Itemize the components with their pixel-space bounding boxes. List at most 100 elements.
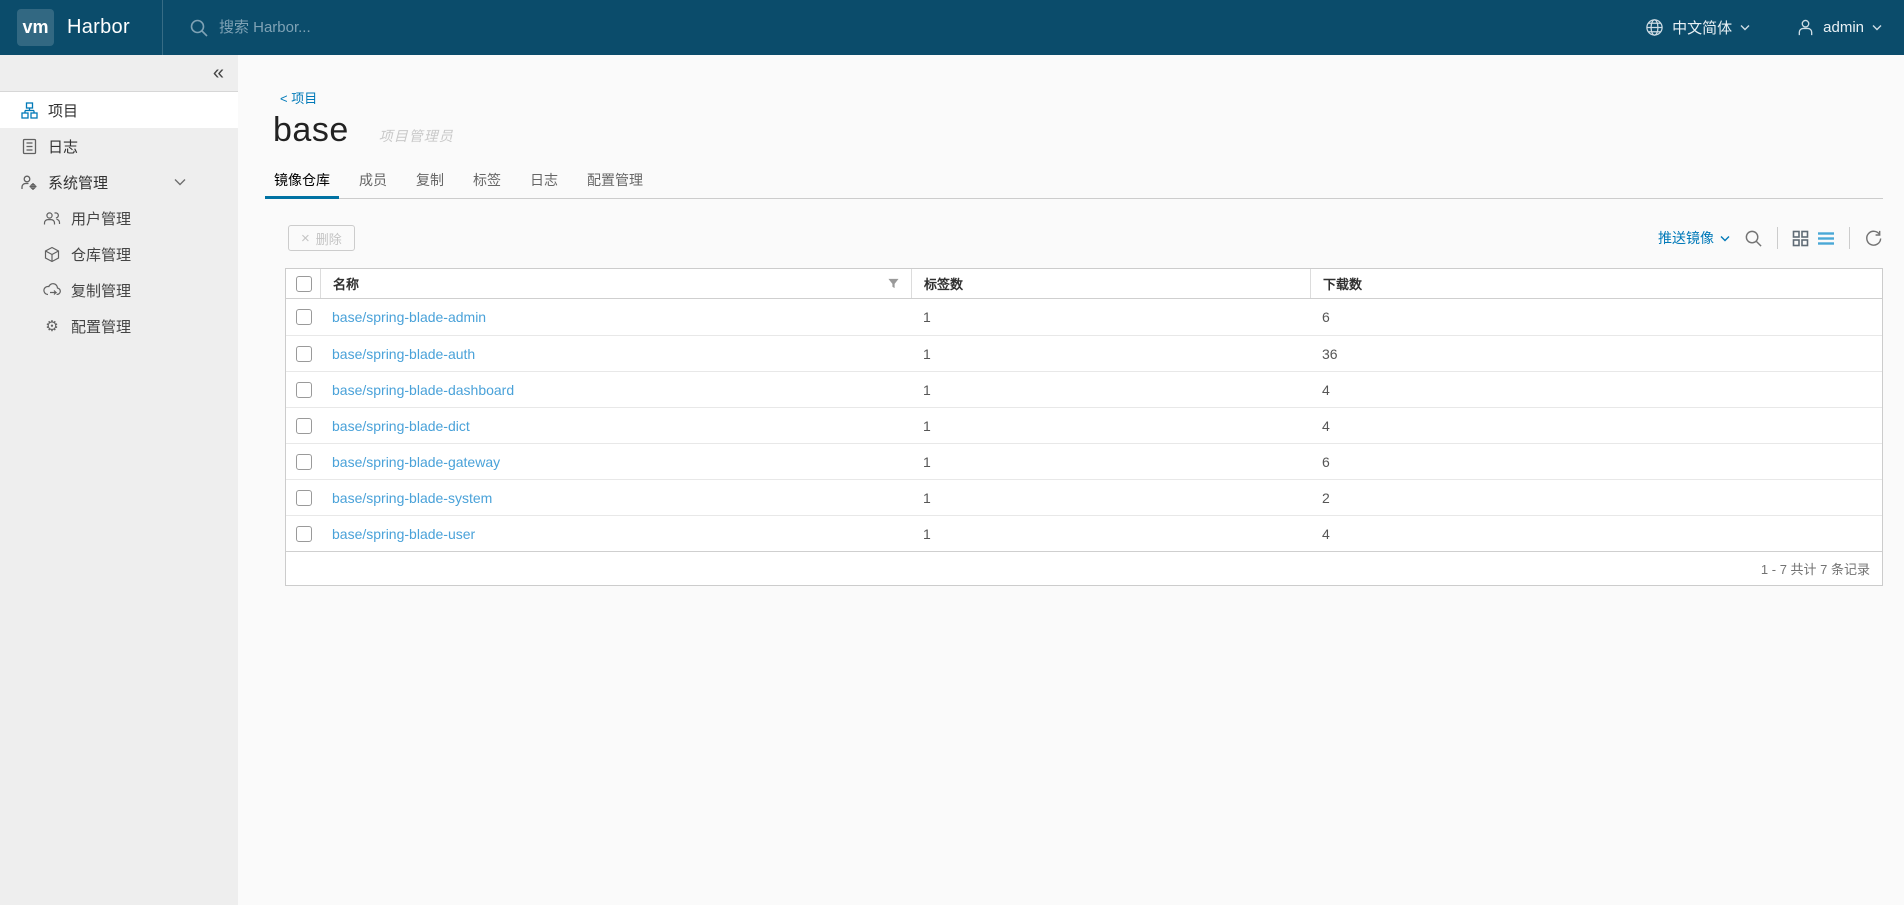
repo-link[interactable]: base/spring-blade-gateway bbox=[332, 454, 500, 470]
list-view-icon[interactable] bbox=[1817, 231, 1835, 246]
tags-count: 1 bbox=[923, 381, 931, 398]
repo-link[interactable]: base/spring-blade-dashboard bbox=[332, 382, 514, 398]
row-checkbox-cell bbox=[286, 417, 320, 434]
repo-link[interactable]: base/spring-blade-auth bbox=[332, 346, 475, 362]
tags-count: 1 bbox=[923, 345, 931, 362]
repo-link[interactable]: base/spring-blade-user bbox=[332, 526, 475, 542]
row-checkbox[interactable] bbox=[296, 309, 312, 325]
sidebar-item-projects[interactable]: 项目 bbox=[0, 92, 238, 128]
column-header-label: 名称 bbox=[333, 277, 360, 292]
filter-icon[interactable] bbox=[888, 278, 899, 289]
table-row: base/spring-blade-dict 1 4 bbox=[286, 407, 1882, 443]
row-checkbox[interactable] bbox=[296, 525, 312, 542]
sidebar-collapse-row: « bbox=[0, 55, 238, 92]
tags-count: 1 bbox=[923, 525, 931, 542]
sidebar-item-users[interactable]: 用户管理 bbox=[0, 200, 238, 236]
push-image-label: 推送镜像 bbox=[1658, 230, 1714, 246]
downloads-count: 4 bbox=[1322, 525, 1330, 542]
column-header-tags[interactable]: 标签数 bbox=[911, 269, 1310, 298]
app-title[interactable]: Harbor bbox=[67, 16, 130, 39]
breadcrumb[interactable]: < 项目 bbox=[280, 88, 1904, 107]
card-view-icon[interactable] bbox=[1792, 230, 1809, 247]
column-header-downloads[interactable]: 下载数 bbox=[1310, 269, 1882, 298]
sidebar-item-logs[interactable]: 日志 bbox=[0, 128, 238, 164]
repo-table-body: base/spring-blade-admin 1 6 base/spring-… bbox=[286, 299, 1882, 551]
repo-link[interactable]: base/spring-blade-dict bbox=[332, 418, 470, 434]
users-icon bbox=[43, 211, 61, 226]
select-all-checkbox[interactable] bbox=[296, 275, 312, 292]
language-label: 中文简体 bbox=[1672, 20, 1733, 37]
downloads-count: 4 bbox=[1322, 417, 1330, 434]
sidebar-item-label: 配置管理 bbox=[71, 318, 132, 336]
repo-name-cell: base/spring-blade-auth bbox=[320, 346, 911, 362]
row-checkbox-cell bbox=[286, 345, 320, 362]
row-checkbox-cell bbox=[286, 453, 320, 470]
organization-icon bbox=[20, 101, 38, 119]
row-checkbox[interactable] bbox=[296, 489, 312, 506]
sidebar-item-label: 系统管理 bbox=[48, 174, 109, 192]
downloads-count: 2 bbox=[1322, 489, 1330, 506]
table-row: base/spring-blade-user 1 4 bbox=[286, 515, 1882, 551]
delete-button-label: 删除 bbox=[315, 231, 342, 247]
gear-icon: ⚙ bbox=[45, 317, 59, 335]
select-all-cell bbox=[286, 275, 320, 292]
language-menu[interactable]: 中文简体 bbox=[1645, 17, 1750, 38]
toolbar-separator bbox=[1777, 227, 1778, 249]
chevron-down-icon bbox=[1740, 24, 1750, 31]
row-checkbox-cell bbox=[286, 381, 320, 398]
repo-link[interactable]: base/spring-blade-system bbox=[332, 490, 492, 506]
sidebar-item-label: 复制管理 bbox=[71, 282, 132, 300]
refresh-icon[interactable] bbox=[1864, 229, 1883, 248]
column-header-label: 标签数 bbox=[924, 277, 964, 292]
sidebar-item-label: 项目 bbox=[48, 102, 79, 120]
repo-name-cell: base/spring-blade-user bbox=[320, 526, 911, 542]
sidebar-item-replications[interactable]: 复制管理 bbox=[0, 272, 238, 308]
row-checkbox[interactable] bbox=[296, 345, 312, 362]
row-checkbox[interactable] bbox=[296, 453, 312, 470]
vmware-logo[interactable]: vm bbox=[17, 9, 54, 46]
sidebar-item-administration[interactable]: 系统管理 bbox=[0, 164, 238, 200]
breadcrumb-label: 项目 bbox=[291, 91, 318, 106]
push-image-button[interactable]: 推送镜像 bbox=[1658, 228, 1730, 248]
role-badge: 项目管理员 bbox=[378, 128, 454, 144]
sidebar-item-configuration[interactable]: ⚙ 配置管理 bbox=[0, 308, 238, 344]
delete-button[interactable]: × 删除 bbox=[288, 225, 355, 251]
administrator-icon bbox=[20, 174, 38, 191]
collapse-sidebar-icon[interactable]: « bbox=[213, 63, 224, 83]
repo-toolbar: × 删除 推送镜像 bbox=[288, 225, 1883, 251]
repo-name-cell: base/spring-blade-dict bbox=[320, 418, 911, 434]
tab-members[interactable]: 成员 bbox=[350, 164, 396, 198]
column-header-name[interactable]: 名称 bbox=[320, 269, 911, 298]
tab-replication[interactable]: 复制 bbox=[407, 164, 453, 198]
repositories-table: 名称 标签数 下载数 base/spring-blade-admin 1 6 b… bbox=[285, 268, 1883, 586]
tab-repositories[interactable]: 镜像仓库 bbox=[265, 164, 339, 199]
column-header-label: 下载数 bbox=[1323, 277, 1363, 292]
repo-link[interactable]: base/spring-blade-admin bbox=[332, 309, 486, 325]
table-header-row: 名称 标签数 下载数 bbox=[286, 269, 1882, 299]
top-navbar: vm Harbor 中文简体 bbox=[0, 0, 1904, 55]
search-input[interactable] bbox=[218, 19, 639, 36]
row-checkbox[interactable] bbox=[296, 381, 312, 398]
toolbar-right: 推送镜像 bbox=[1658, 227, 1883, 249]
row-checkbox[interactable] bbox=[296, 417, 312, 434]
chevron-down-icon bbox=[174, 178, 186, 186]
chevron-down-icon bbox=[1720, 235, 1730, 242]
table-row: base/spring-blade-gateway 1 6 bbox=[286, 443, 1882, 479]
tab-labels[interactable]: 标签 bbox=[464, 164, 510, 198]
tab-configuration[interactable]: 配置管理 bbox=[578, 164, 652, 198]
tab-logs[interactable]: 日志 bbox=[521, 164, 567, 198]
replication-cloud-icon bbox=[43, 283, 61, 297]
sidebar: « 项目 日志 系统管理 用户管理 仓库管理 复制管理 ⚙ 配置管理 bbox=[0, 55, 238, 905]
tags-count: 1 bbox=[923, 489, 931, 506]
search-icon[interactable] bbox=[1744, 229, 1763, 248]
user-menu[interactable]: admin bbox=[1796, 18, 1882, 37]
global-search bbox=[189, 18, 639, 38]
sidebar-item-registries[interactable]: 仓库管理 bbox=[0, 236, 238, 272]
title-row: base 项目管理员 bbox=[273, 111, 1904, 150]
sidebar-item-label: 日志 bbox=[48, 138, 79, 156]
navbar-right: 中文简体 admin bbox=[1645, 17, 1882, 38]
repo-name-cell: base/spring-blade-gateway bbox=[320, 454, 911, 470]
row-checkbox-cell bbox=[286, 525, 320, 542]
row-checkbox-cell bbox=[286, 489, 320, 506]
close-icon: × bbox=[301, 229, 310, 247]
